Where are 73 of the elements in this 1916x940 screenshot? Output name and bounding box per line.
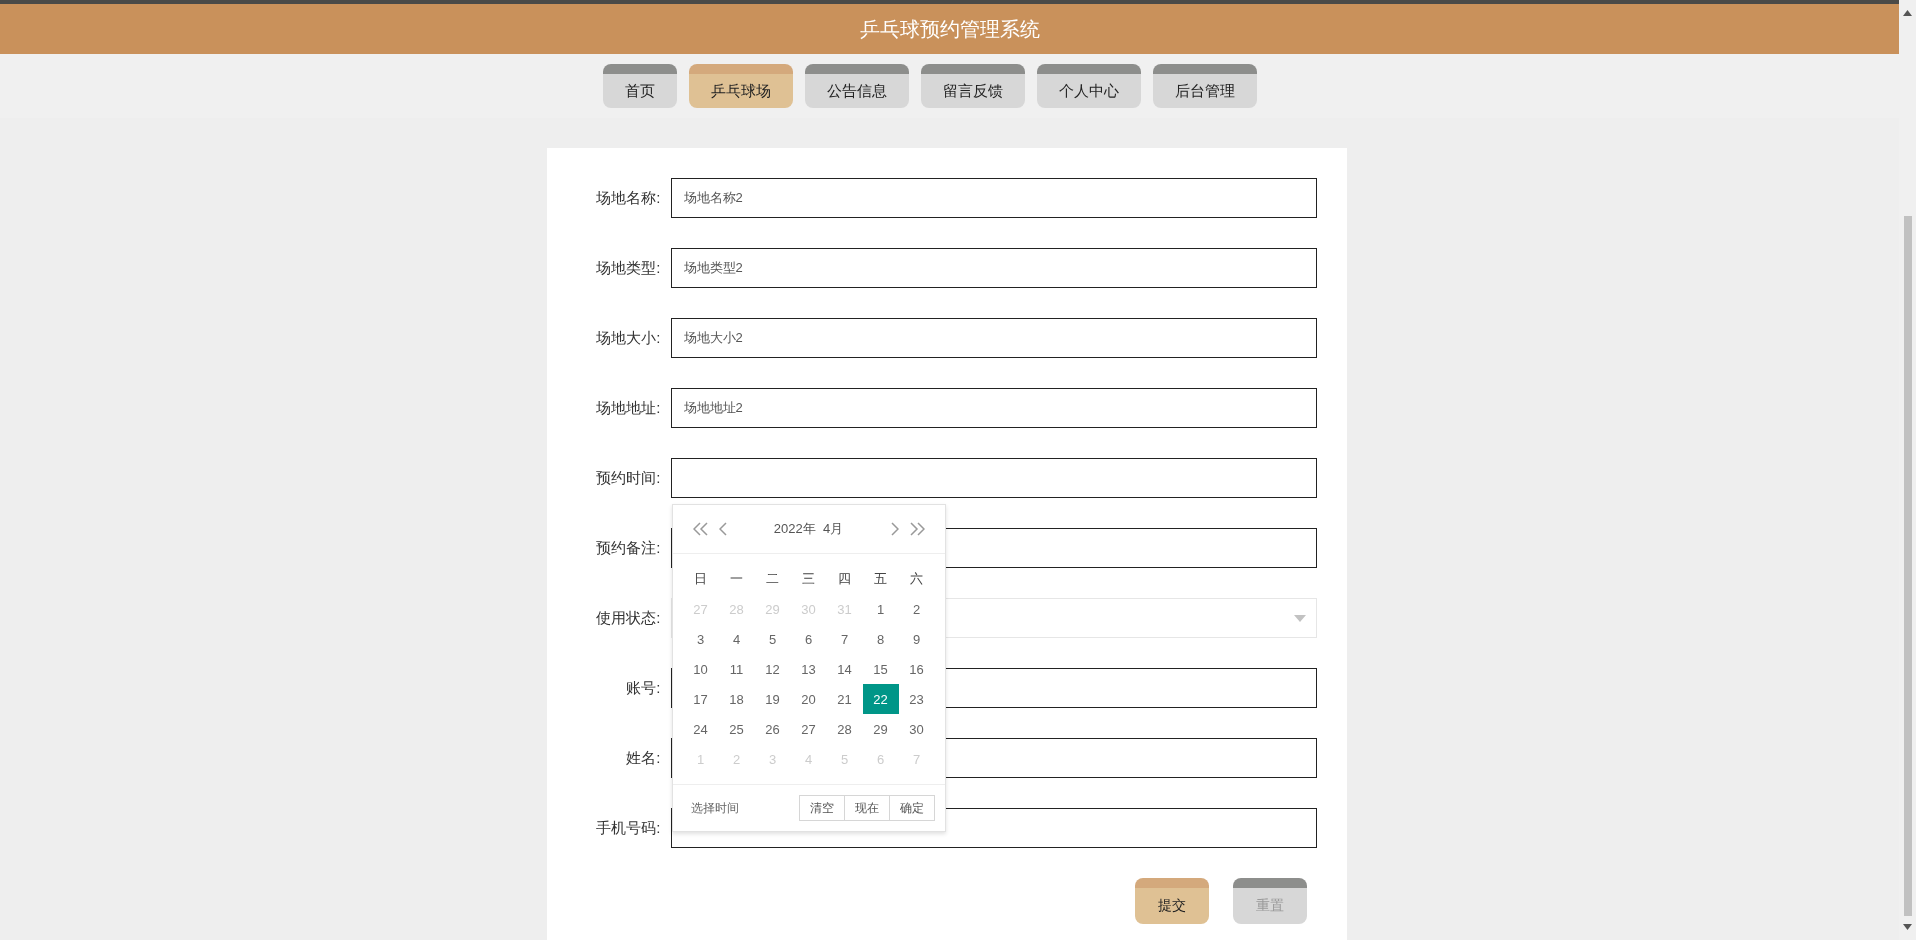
calendar-day[interactable]: 26 [754,714,791,744]
calendar-day[interactable]: 5 [754,624,791,654]
picker-button[interactable]: 现在 [843,795,890,821]
calendar-day[interactable]: 11 [718,654,755,684]
nav-tab[interactable]: 乒乓球场 [688,64,793,108]
calendar-day[interactable]: 7 [826,624,863,654]
calendar-day[interactable]: 29 [862,714,899,744]
calendar-day[interactable]: 19 [754,684,791,714]
nav-tab[interactable]: 公告信息 [804,64,909,108]
weekday-label: 五 [873,570,888,588]
input-field[interactable]: 场地地址2 [670,388,1317,428]
calendar-day[interactable]: 1 [862,594,899,624]
month-title[interactable]: 2022年 4月 [737,520,880,538]
submit-button[interactable]: 提交 [1134,878,1209,924]
weekday-label: 三 [801,570,816,588]
scroll-down-icon[interactable] [1903,924,1912,930]
calendar-day[interactable]: 9 [898,624,935,654]
nav-tab[interactable]: 后台管理 [1152,64,1257,108]
weekday-label: 二 [765,570,780,588]
calendar-day[interactable]: 24 [682,714,719,744]
calendar-day[interactable]: 10 [682,654,719,684]
calendar-day[interactable]: 30 [898,714,935,744]
calendar-day[interactable]: 22 [862,684,899,714]
field-label: 预约时间: [595,468,661,488]
field-label: 预约备注: [595,538,661,558]
right-chevron-icon[interactable] [889,522,899,536]
nav-tab[interactable]: 留言反馈 [920,64,1025,108]
field-label: 场地地址: [595,398,661,418]
field-label: 场地大小: [595,328,661,348]
nav-tab[interactable]: 首页 [602,64,677,108]
field-label: 姓名: [625,748,661,768]
calendar-day[interactable]: 2 [898,594,935,624]
calendar-day[interactable]: 25 [718,714,755,744]
calendar-day[interactable]: 3 [682,624,719,654]
calendar-day[interactable]: 23 [898,684,935,714]
calendar-day[interactable]: 27 [790,714,827,744]
input-field[interactable]: 场地大小2 [670,318,1317,358]
calendar-day[interactable]: 21 [826,684,863,714]
calendar-day[interactable]: 15 [862,654,899,684]
nav-tab[interactable]: 个人中心 [1036,64,1141,108]
app-title: 乒乓球预约管理系统 [859,16,1040,42]
field-label: 账号: [625,678,661,698]
field-label: 手机号码: [595,818,661,838]
picker-button[interactable]: 清空 [798,795,845,821]
scrollbar-thumb[interactable] [1903,216,1912,916]
field-label: 场地名称: [595,188,661,208]
calendar-day[interactable]: 13 [790,654,827,684]
calendar-day[interactable]: 28 [826,714,863,744]
calendar-day[interactable]: 17 [682,684,719,714]
left-chevron-icon[interactable] [718,522,728,536]
weekday-label: 一 [729,570,744,588]
picker-button[interactable]: 确定 [888,795,935,821]
calendar-day[interactable]: 8 [862,624,899,654]
calendar-day[interactable]: 20 [790,684,827,714]
double-right-chevron-icon[interactable] [908,522,925,536]
field-label: 场地类型: [595,258,661,278]
calendar-day[interactable]: 6 [790,624,827,654]
input-field[interactable] [670,458,1317,498]
field-label: 使用状态: [595,608,661,628]
weekday-label: 六 [909,570,924,588]
calendar-day[interactable]: 18 [718,684,755,714]
calendar-day[interactable]: 12 [754,654,791,684]
input-field[interactable]: 场地类型2 [670,248,1317,288]
weekday-label: 日 [693,570,708,588]
calendar-day[interactable]: 4 [718,624,755,654]
input-field[interactable]: 场地名称2 [670,178,1317,218]
calendar-day[interactable]: 16 [898,654,935,684]
weekday-label: 四 [837,570,852,588]
select-time-link[interactable]: 选择时间 [690,799,739,817]
double-left-chevron-icon[interactable] [692,522,709,536]
caret-icon [1293,614,1306,622]
calendar-day[interactable]: 14 [826,654,863,684]
scroll-up-icon[interactable] [1903,10,1912,16]
